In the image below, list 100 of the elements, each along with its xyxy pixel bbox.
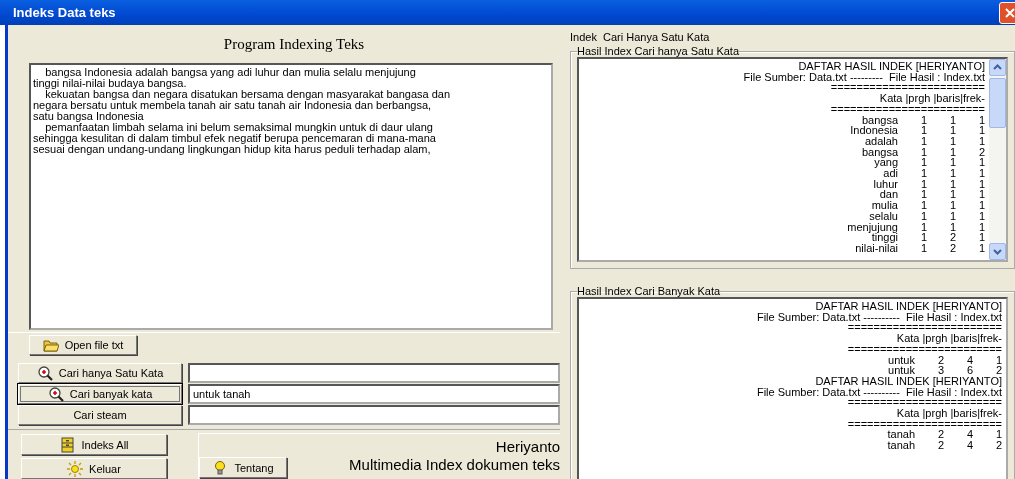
result-cell-text: 1: [919, 157, 927, 169]
search-field[interactable]: [188, 363, 560, 383]
result-cell-text: menjujung: [846, 221, 898, 233]
result-cell-text: 1: [994, 429, 1002, 441]
result-cell-text: 1: [948, 146, 956, 158]
search-button[interactable]: Cari banyak kata: [18, 384, 182, 404]
result-cell-text: 1: [919, 135, 927, 147]
result-cell-text: 1: [948, 200, 956, 211]
result-cell-text: nilai-nilai: [854, 242, 898, 254]
result-cell-text: bangsa: [860, 146, 898, 158]
magnifier-icon: [47, 386, 64, 402]
result-cell-text: 1: [977, 135, 985, 147]
result-line: DAFTAR HASIL INDEK [HERIYANTO]: [798, 61, 985, 72]
program-heading: Program Indexing Teks: [222, 35, 366, 54]
result-cell-text: 2: [948, 242, 956, 254]
result-cell-text: untuk: [887, 365, 915, 376]
result-cell-text: 1: [977, 242, 985, 254]
mode-label: Indek Cari Hanya Satu Kata: [570, 31, 711, 43]
result-line: Kata |prgh |baris|frek-: [896, 333, 1002, 344]
open-file-button[interactable]: Open file txt: [29, 335, 137, 355]
result-cell-text: 1: [977, 210, 985, 222]
result-cell-text: 4: [965, 440, 973, 451]
about-button[interactable]: Tentang: [199, 457, 287, 478]
group-title: Hasil Index Cari Banyak Kata: [577, 285, 721, 297]
result-cell-text: 1: [919, 114, 927, 126]
result-cell-text: 1: [919, 242, 927, 254]
result-cell-text: 1: [919, 210, 927, 222]
result-cell-text: 1: [948, 125, 956, 136]
result-cell-text: tanah: [886, 429, 915, 441]
result-cell-text: 1: [977, 221, 985, 233]
result-cell-text: 1: [919, 221, 927, 233]
result-cell-text: 2: [994, 440, 1002, 451]
result-cell-text: 2: [936, 440, 944, 451]
result-cell-text: 1: [977, 168, 985, 179]
result-cell-text: mulia: [870, 200, 898, 211]
search-button[interactable]: Cari steam: [18, 405, 182, 425]
result-cell-text: bangsa: [861, 114, 898, 126]
result-line: DAFTAR HASIL INDEK [HERIYANTO]: [815, 301, 1002, 312]
result-line: DAFTAR HASIL INDEK [HERIYANTO]: [815, 375, 1002, 387]
result-cell-text: 2: [977, 146, 985, 158]
result-cell-text: 6: [965, 365, 973, 376]
result-cell-text: 1: [919, 168, 927, 179]
result-cell-text: 4: [965, 354, 973, 366]
result-cell-text: 1: [948, 189, 956, 201]
result-cell-text: adalah: [863, 135, 898, 147]
search-button[interactable]: Cari hanya Satu Kata: [18, 363, 182, 383]
result-cell-text: tanah: [886, 440, 915, 451]
result-cell-text: 2: [994, 365, 1002, 376]
result-cell-text: 2: [948, 232, 956, 243]
result-cell-text: selalu: [868, 210, 898, 222]
close-button[interactable]: [999, 1, 1015, 24]
cabinet-icon: [59, 436, 76, 453]
result-list[interactable]: [577, 297, 1008, 479]
result-line: ========================: [847, 322, 1002, 334]
close-icon: [1004, 6, 1015, 19]
result-line: ========================: [847, 418, 1002, 430]
result-cell-text: 3: [936, 365, 944, 376]
result-list[interactable]: [577, 57, 1008, 262]
sun-icon: [67, 460, 84, 477]
result-cell-text: untuk: [887, 354, 915, 366]
result-cell-text: 1: [977, 157, 985, 169]
folder-icon: [42, 337, 59, 353]
result-cell-text: tinggi: [871, 232, 898, 243]
result-line: ========================: [830, 103, 985, 115]
result-cell-text: 1: [919, 178, 927, 190]
result-cell-text: 2: [936, 354, 944, 366]
result-line: ========================: [847, 397, 1002, 409]
result-cell-text: adi: [883, 168, 898, 179]
result-cell-text: 1: [977, 232, 985, 243]
result-line: ========================: [830, 82, 985, 94]
result-cell-text: 1: [919, 189, 927, 201]
credit-text: Heriyanto: [494, 438, 560, 456]
result-cell-text: 1: [948, 157, 956, 169]
search-field[interactable]: [188, 405, 560, 425]
result-cell-text: 1: [919, 232, 927, 243]
result-cell-text: 1: [977, 114, 985, 126]
result-cell-text: 1: [948, 210, 956, 222]
exit-button[interactable]: Keluar: [21, 458, 167, 479]
result-cell-text: 1: [919, 146, 927, 158]
result-cell-text: 1: [948, 178, 956, 190]
text-editor[interactable]: [29, 62, 553, 330]
result-line: ========================: [847, 343, 1002, 355]
result-cell-text: 1: [948, 168, 956, 179]
text-line: satu bangsa Indonesia: [33, 110, 144, 122]
text-line: bangsa Indonesia adalah bangsa yang adi luhur dan mulia selalu menjujung: [45, 66, 417, 78]
index-all-button[interactable]: Indeks All: [21, 434, 167, 455]
result-line: Kata |prgh |baris|frek-: [879, 93, 985, 104]
result-cell-text: 1: [919, 200, 927, 211]
credit-text: Multimedia Index dokumen teks: [348, 456, 560, 474]
result-cell-text: 4: [965, 429, 973, 441]
scrollbar[interactable]: [989, 59, 1006, 260]
result-line: Kata |prgh |baris|frek-: [896, 408, 1002, 419]
magnifier-icon: [36, 365, 53, 381]
result-cell-text: Indonesia: [849, 125, 898, 136]
result-cell-text: 2: [936, 429, 944, 441]
result-cell-text: 1: [977, 189, 985, 201]
result-cell-text: 1: [977, 178, 985, 190]
result-cell-text: 1: [948, 114, 956, 126]
search-field[interactable]: untuk tanah: [188, 384, 560, 404]
result-cell-text: 1: [948, 135, 956, 147]
